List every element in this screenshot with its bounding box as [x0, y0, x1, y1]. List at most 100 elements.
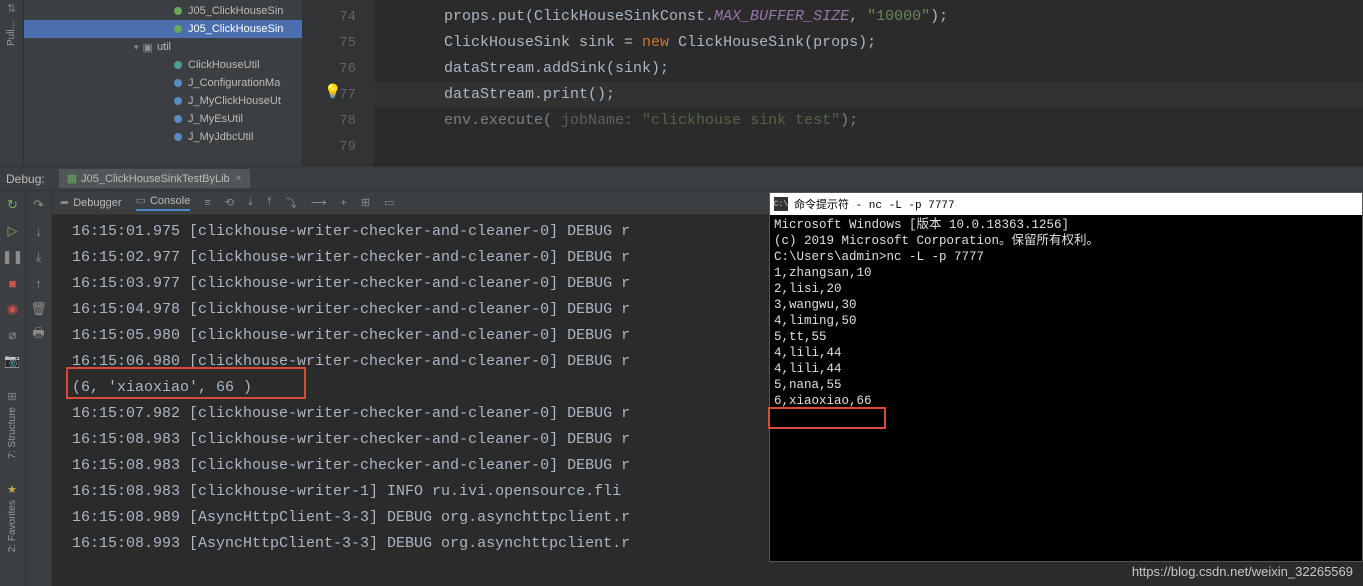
- cmd-body[interactable]: Microsoft Windows [版本 10.0.18363.1256] (…: [770, 215, 1362, 411]
- favorites-button[interactable]: ★ 2: Favorites: [7, 483, 18, 552]
- view-breakpoints-icon[interactable]: ◉: [5, 301, 21, 317]
- code-text: MAX_BUFFER_SIZE: [714, 8, 849, 25]
- toolbar-icon[interactable]: +: [340, 197, 346, 209]
- debug-tab-label: J05_ClickHouseSinkTestByLib: [81, 173, 230, 185]
- console-icon: ▭: [136, 194, 146, 207]
- cmd-line: Microsoft Windows [版本 10.0.18363.1256]: [774, 217, 1358, 233]
- camera-icon[interactable]: 📷: [5, 353, 21, 369]
- code-editor[interactable]: 74 75 76 77 78 79 💡 props.put(ClickHouse…: [302, 0, 1363, 166]
- debugger-tab[interactable]: ➦ Debugger: [60, 196, 122, 209]
- structure-label: 7: Structure: [7, 407, 18, 459]
- toolbar-icon[interactable]: ⟲: [225, 196, 234, 209]
- tree-label: J05_ClickHouseSin: [188, 23, 283, 35]
- tree-label: J_ConfigurationMa: [188, 77, 280, 89]
- debug-run-tab[interactable]: ▦ J05_ClickHouseSinkTestByLib ×: [59, 169, 250, 188]
- folder-icon: ▣: [143, 41, 153, 54]
- print-icon[interactable]: 🖶: [31, 327, 47, 343]
- cmd-line: (c) 2019 Microsoft Corporation。保留所有权利。: [774, 233, 1358, 249]
- trash-icon[interactable]: 🗑: [31, 301, 47, 317]
- close-icon[interactable]: ×: [236, 173, 242, 184]
- toolbar-icon[interactable]: ▭: [384, 196, 394, 209]
- toolbar-icon[interactable]: ⤵: [286, 195, 297, 211]
- stop-icon[interactable]: ■: [5, 275, 21, 291]
- cmd-line: 1,zhangsan,10: [774, 265, 1358, 281]
- class-icon: [174, 97, 182, 105]
- favorites-label: 2: Favorites: [7, 500, 18, 552]
- left-tool-window-bar: ⊞ 7: Structure ★ 2: Favorites: [0, 380, 24, 585]
- step-over-icon[interactable]: ↷: [31, 197, 47, 213]
- pull-sidebar[interactable]: ⇅ Pull...: [0, 0, 24, 166]
- rerun-icon[interactable]: ↻: [5, 197, 21, 213]
- tab-label: Console: [150, 195, 190, 207]
- structure-icon: ⊞: [7, 390, 16, 403]
- cmd-window[interactable]: C:\ 命令提示符 - nc -L -p 7777 Microsoft Wind…: [769, 192, 1363, 562]
- code-text: ClickHouseSink(props);: [669, 34, 876, 51]
- mute-breakpoints-icon[interactable]: ⌀: [5, 327, 21, 343]
- cmd-line: 3,wangwu,30: [774, 297, 1358, 313]
- code-text: dataStream.print();: [444, 86, 615, 103]
- project-tree[interactable]: J05_ClickHouseSin J05_ClickHouseSin ▾ ▣ ut…: [24, 0, 302, 166]
- highlight-annotation: [768, 407, 886, 429]
- tree-label: util: [157, 41, 171, 53]
- pause-icon[interactable]: ❚❚: [5, 249, 21, 265]
- class-icon: [174, 61, 182, 69]
- tree-folder[interactable]: ▾ ▣ util: [24, 38, 302, 56]
- watermark: https://blog.csdn.net/weixin_32265569: [1132, 564, 1353, 579]
- code-text: env.execute(: [444, 112, 561, 129]
- tree-file[interactable]: J05_ClickHouseSin: [24, 2, 302, 20]
- tree-file[interactable]: J_MyJdbcUtil: [24, 128, 302, 146]
- line-number: 74: [302, 4, 356, 30]
- class-icon: [174, 133, 182, 141]
- intention-bulb-icon[interactable]: 💡: [324, 80, 341, 106]
- tree-file[interactable]: J_MyClickHouseUt: [24, 92, 302, 110]
- debug-title: Debug:: [6, 172, 45, 186]
- cmd-line: 5,nana,55: [774, 377, 1358, 393]
- debug-header: Debug: ▦ J05_ClickHouseSinkTestByLib ×: [0, 167, 1363, 191]
- console-tab[interactable]: ▭ Console: [136, 194, 191, 211]
- code-text: props.put(ClickHouseSinkConst.: [444, 8, 714, 25]
- tab-label: Debugger: [73, 197, 121, 209]
- star-icon: ★: [7, 483, 17, 496]
- toolbar-icon[interactable]: ⤒: [267, 196, 272, 209]
- line-number: 79: [302, 134, 356, 160]
- step-icon[interactable]: ⤓: [31, 249, 47, 265]
- class-icon: [174, 25, 182, 33]
- tree-label: J_MyClickHouseUt: [188, 95, 281, 107]
- toolbar-icon[interactable]: ⤓: [248, 196, 253, 209]
- cmd-title-text: 命令提示符 - nc -L -p 7777: [794, 196, 955, 212]
- step-into-icon[interactable]: ↓: [31, 223, 47, 239]
- cmd-titlebar[interactable]: C:\ 命令提示符 - nc -L -p 7777: [770, 193, 1362, 215]
- cmd-icon: C:\: [774, 197, 788, 211]
- step-out-icon[interactable]: ↑: [31, 275, 47, 291]
- tree-file[interactable]: ClickHouseUtil: [24, 56, 302, 74]
- toolbar-icon[interactable]: ≡: [204, 197, 210, 209]
- pull-label: Pull...: [6, 15, 17, 52]
- cmd-line: 5,tt,55: [774, 329, 1358, 345]
- cmd-line: 4,lili,44: [774, 345, 1358, 361]
- tree-file[interactable]: J_ConfigurationMa: [24, 74, 302, 92]
- line-number: 78: [302, 108, 356, 134]
- tree-label: J_MyEsUtil: [188, 113, 243, 125]
- class-icon: [174, 79, 182, 87]
- tree-file[interactable]: J_MyEsUtil: [24, 110, 302, 128]
- tree-file-selected[interactable]: J05_ClickHouseSin: [24, 20, 302, 38]
- code-text: ClickHouseSink sink =: [444, 34, 642, 51]
- code-area[interactable]: 💡 props.put(ClickHouseSinkConst.MAX_BUFF…: [374, 0, 1363, 166]
- highlight-annotation: [66, 367, 306, 399]
- code-text: jobName:: [561, 112, 642, 129]
- tree-label: J05_ClickHouseSin: [188, 5, 283, 17]
- cmd-line: 4,lili,44: [774, 361, 1358, 377]
- debugger-icon: ➦: [60, 196, 69, 209]
- debug-step-toolbar: ↷ ↓ ⤓ ↑ 🗑 🖶: [26, 191, 52, 586]
- code-text: );: [840, 112, 858, 129]
- cmd-line: 4,liming,50: [774, 313, 1358, 329]
- structure-button[interactable]: ⊞ 7: Structure: [7, 390, 18, 459]
- tree-label: J_MyJdbcUtil: [188, 131, 253, 143]
- code-text: new: [642, 34, 669, 51]
- chevron-down-icon: ▾: [134, 42, 139, 53]
- pull-icon: ⇅: [7, 2, 16, 15]
- resume-icon[interactable]: ▷: [5, 223, 21, 239]
- toolbar-icon[interactable]: ⊞: [361, 196, 370, 209]
- toolbar-icon[interactable]: ⟶: [311, 196, 327, 209]
- code-text: ,: [849, 8, 867, 25]
